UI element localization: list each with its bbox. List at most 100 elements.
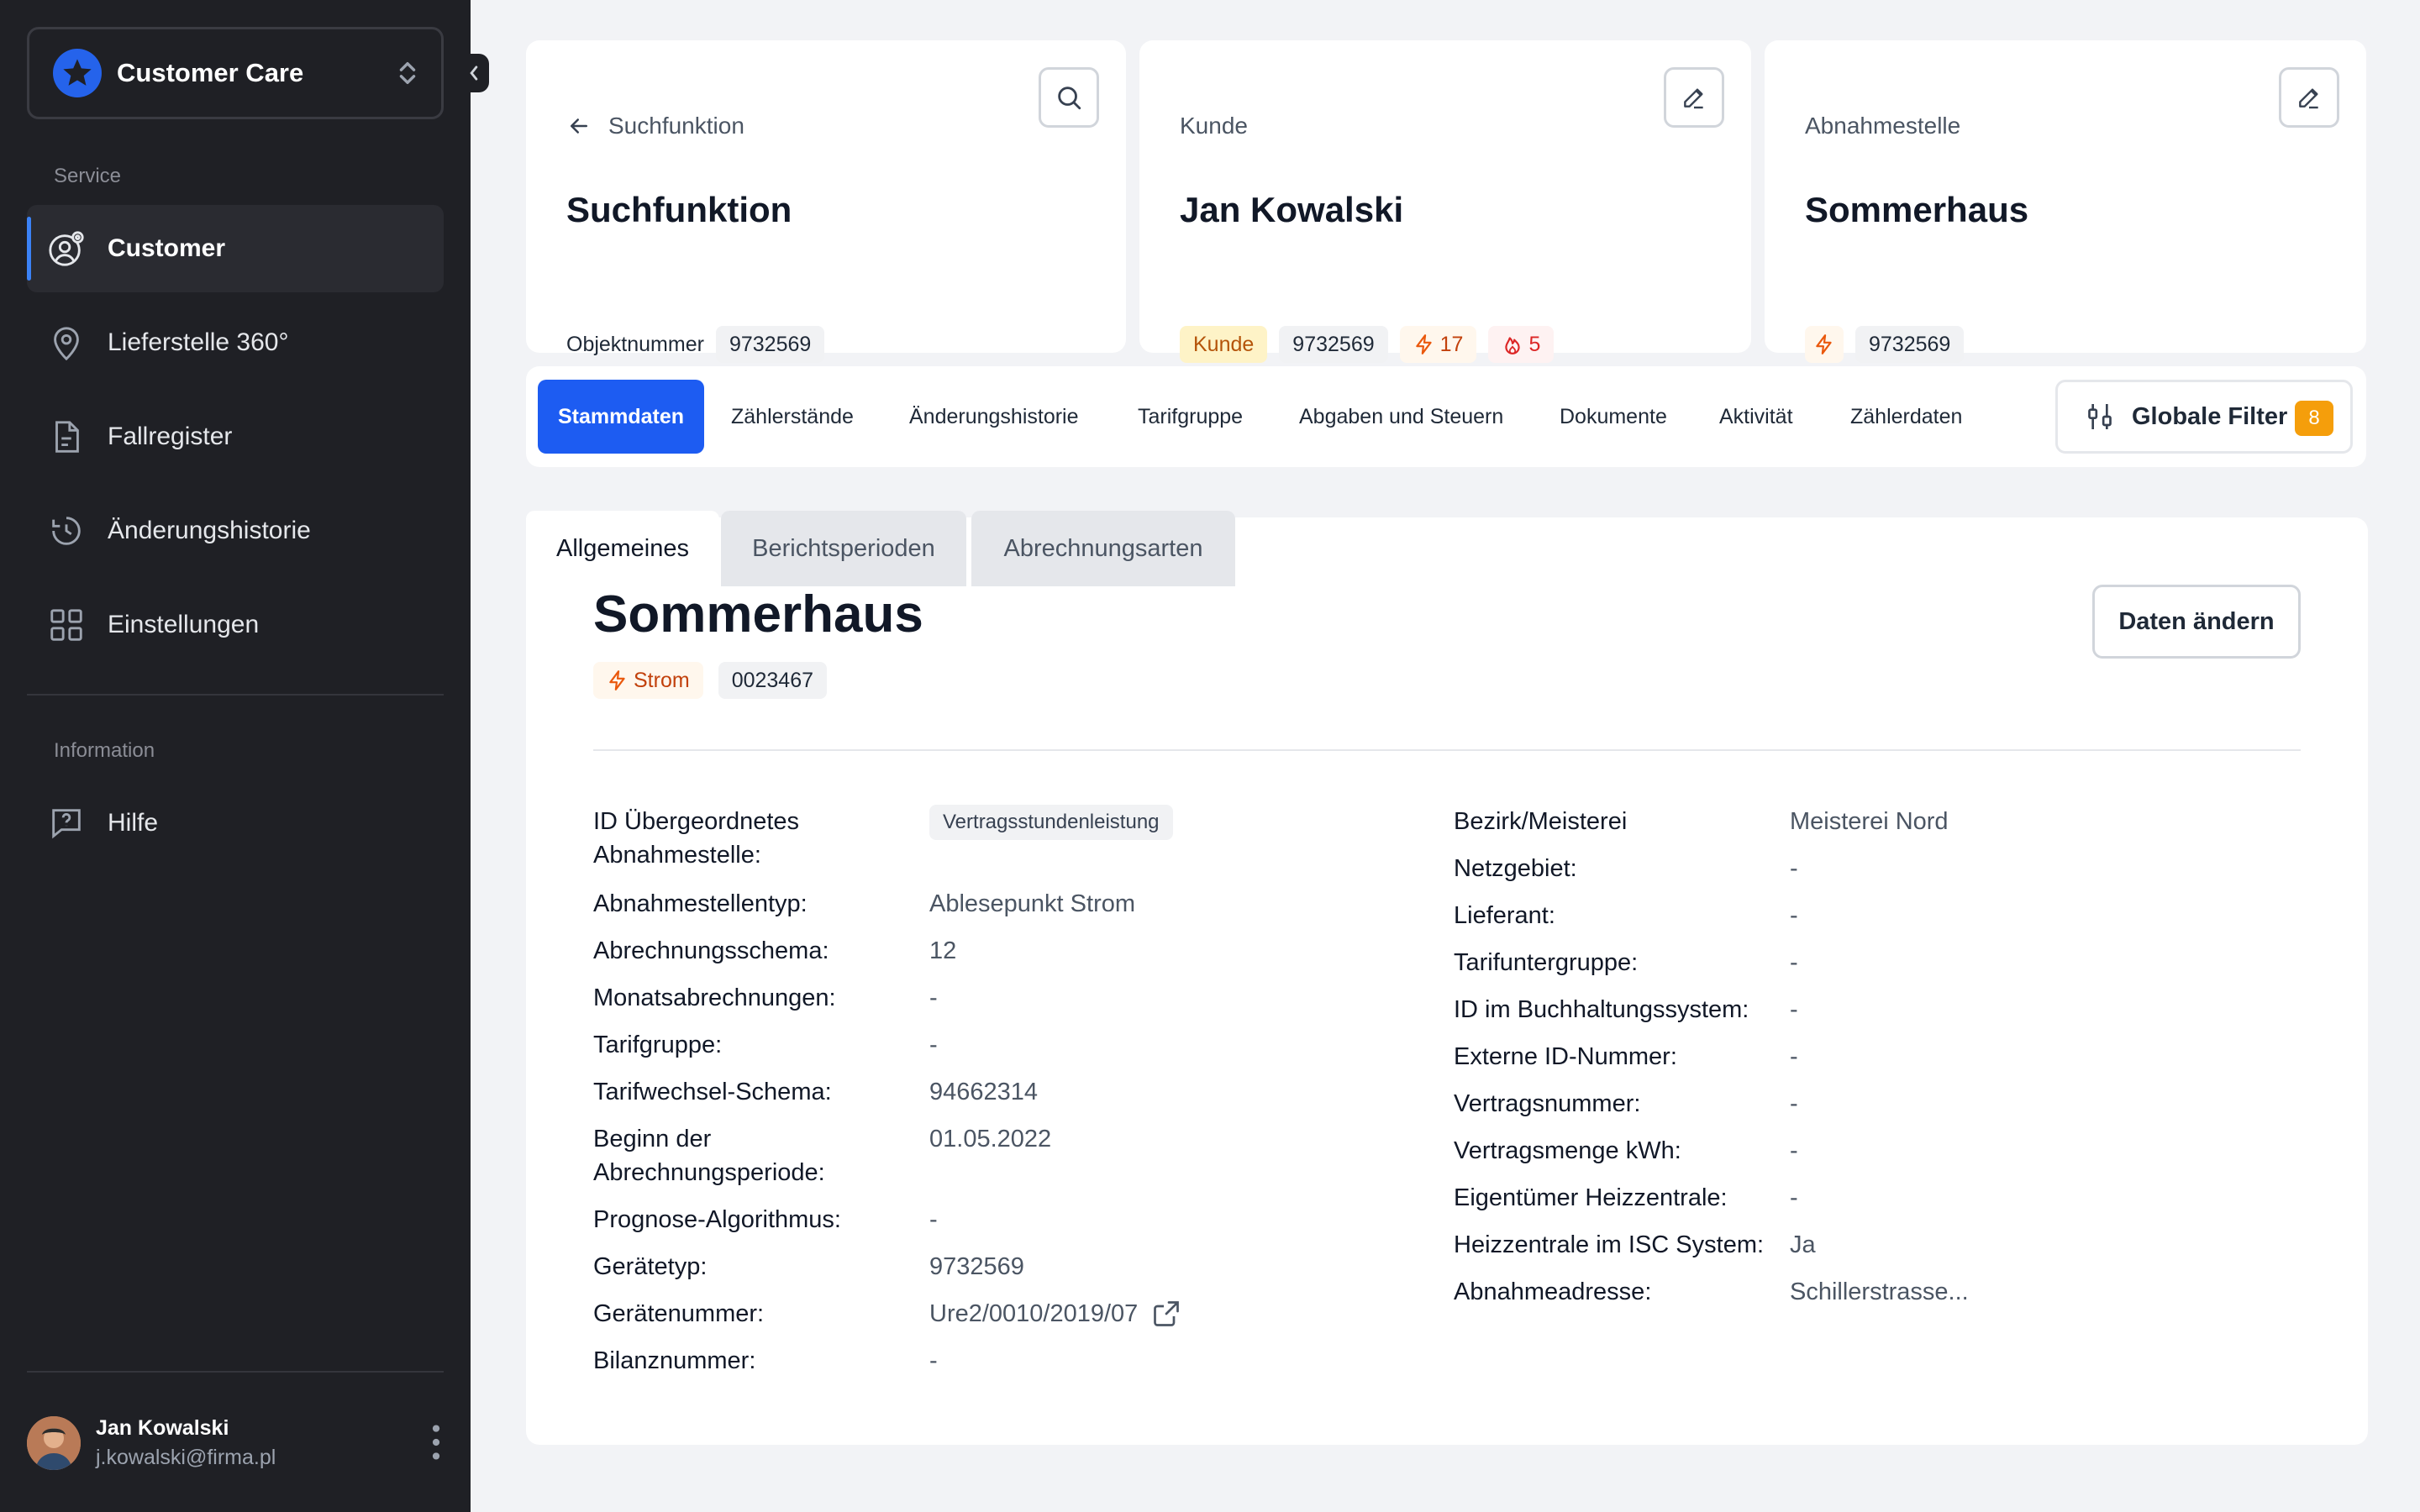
workspace-switcher[interactable]: Customer Care [27,27,444,119]
card-header: Kunde [1180,113,1248,139]
section-divider [593,749,2301,751]
card-header: Abnahmestelle [1805,113,1960,139]
point-number-badge: 9732569 [1855,326,1965,363]
filter-count-badge: 8 [2295,401,2333,436]
tab-tarifgruppe[interactable]: Tarifgruppe [1138,380,1243,454]
pencil-icon [2299,88,2318,109]
sidebar-item-lieferstelle[interactable]: Lieferstelle 360° [27,299,444,386]
edit-data-button[interactable]: Daten ändern [2092,585,2301,659]
tab-aenderungshistorie[interactable]: Änderungshistorie [909,380,1079,454]
tab-dokumente[interactable]: Dokumente [1560,380,1667,454]
tab-abgaben-und-steuern[interactable]: Abgaben und Steuern [1299,380,1503,454]
flame-icon [1505,337,1521,354]
field-label: Netzgebiet: [1454,855,1577,882]
field-label: Vertragsmenge kWh: [1454,1137,1681,1164]
lightning-icon [609,670,625,690]
field-value: Vertragsstundenleistung [929,805,1173,840]
user-profile[interactable]: Jan Kowalski j.kowalski@firma.pl [27,1411,447,1475]
card-title: Suchfunktion [566,190,792,229]
sidebar-item-label: Hilfe [108,809,159,837]
search-card: Suchfunktion Suchfunktion Objektnummer 9… [526,40,1126,363]
device-number-value: Ure2/0010/2019/07 [929,1297,1181,1331]
lightning-icon [1415,334,1432,354]
user-email: j.kowalski@firma.pl [96,1446,276,1469]
main-tabs: Stammdaten Zählerstände Änderungshistori… [526,366,2366,467]
sidebar-item-hilfe[interactable]: Hilfe [27,780,444,867]
field-value: 01.05.2022 [929,1126,1052,1152]
global-filter-button[interactable]: Globale Filter 8 [2055,380,2353,454]
search-button[interactable] [1039,67,1099,128]
external-link-icon[interactable] [1151,1299,1181,1329]
field-value: - [1790,1137,1798,1164]
sidebar-item-label: Fallregister [108,423,233,450]
grid-icon [50,609,82,641]
field-value: - [1790,1043,1798,1070]
tab-zaehlerstaende[interactable]: Zählerstände [731,380,854,454]
card-header: Suchfunktion [566,113,744,139]
workspace-title: Customer Care [117,58,304,87]
field-value: Ablesepunkt Strom [929,890,1136,917]
history-icon [52,517,81,545]
sidebar-item-aenderungshistorie[interactable]: Änderungshistorie [27,487,444,575]
field-label: Bilanznummer: [593,1347,756,1374]
field-value: - [1790,1090,1798,1117]
field-label: Monatsabrechnungen: [593,984,836,1011]
collapse-sidebar-button[interactable] [459,54,489,92]
device-number: Ure2/0010/2019/07 [929,1300,1139,1327]
pencil-icon [1684,88,1703,109]
card-footer: 9732569 [1805,326,1965,363]
power-type-badge [1805,326,1844,363]
customer-type-badge: Kunde [1180,326,1268,363]
sidebar-item-customer[interactable]: Customer [27,205,444,292]
field-label: Eigentümer Heizzentrale: [1454,1184,1728,1211]
field-value: - [1790,855,1798,882]
tab-stammdaten[interactable]: Stammdaten [538,380,705,454]
energy-type-badge: Strom [593,662,703,699]
field-value: - [1790,1184,1798,1211]
sidebar-divider [27,1371,444,1373]
tab-zaehlerdaten[interactable]: Zählerdaten [1850,380,1962,454]
field-label: Abnahmestellentyp: [593,890,808,917]
edit-point-button[interactable] [2279,67,2339,128]
subtab-berichtsperioden[interactable]: Berichtsperioden [721,511,966,586]
map-pin-icon [54,327,79,361]
user-name: Jan Kowalski [96,1416,229,1440]
card-header-label: Abnahmestelle [1805,113,1961,139]
field-value: - [929,984,938,1011]
heat-count: 5 [1528,332,1541,356]
field-label: Tarifwechsel-Schema: [593,1079,832,1105]
field-label: Prognose-Algorithmus: [593,1206,841,1233]
field-label: Gerätetyp: [593,1253,708,1280]
help-chat-icon [52,809,81,839]
field-label: Abrechnungsschema: [593,937,829,964]
field-value: 9732569 [929,1253,1024,1280]
field-label: Tarifuntergruppe: [1454,949,1639,976]
section-label-service: Service [54,165,122,187]
avatar [27,1416,81,1470]
lightning-icon [1816,334,1832,354]
subtab-abrechnungsarten[interactable]: Abrechnungsarten [971,511,1235,586]
field-label: ID im Buchhaltungssystem: [1454,996,1749,1023]
sidebar-item-label: Änderungshistorie [108,517,311,544]
field-value: - [1790,996,1798,1023]
arrow-left-icon[interactable] [566,113,592,139]
field-label: Lieferant: [1454,902,1555,929]
card-title: Jan Kowalski [1180,190,1404,229]
field-value: 12 [929,937,957,964]
tab-aktivitaet[interactable]: Aktivität [1719,380,1793,454]
edit-customer-button[interactable] [1664,67,1724,128]
field-label: Bezirk/Meisterei [1454,808,1628,835]
section-label-information: Information [54,739,155,762]
subtab-allgemeines[interactable]: Allgemeines [526,511,719,586]
field-value: - [1790,949,1798,976]
field-label: Externe ID-Nummer: [1454,1043,1677,1070]
chevron-left-icon [470,66,478,81]
more-vertical-icon[interactable] [432,1423,440,1462]
sidebar-item-einstellungen[interactable]: Einstellungen [27,581,444,669]
card-footer: Kunde 9732569 17 5 [1180,326,1555,363]
sidebar-item-label: Lieferstelle 360° [108,328,289,356]
field-label: Vertragsnummer: [1454,1090,1641,1117]
sidebar-item-fallregister[interactable]: Fallregister [27,393,444,480]
field-value: - [929,1032,938,1058]
field-value: Schillerstrasse... [1790,1278,1969,1305]
